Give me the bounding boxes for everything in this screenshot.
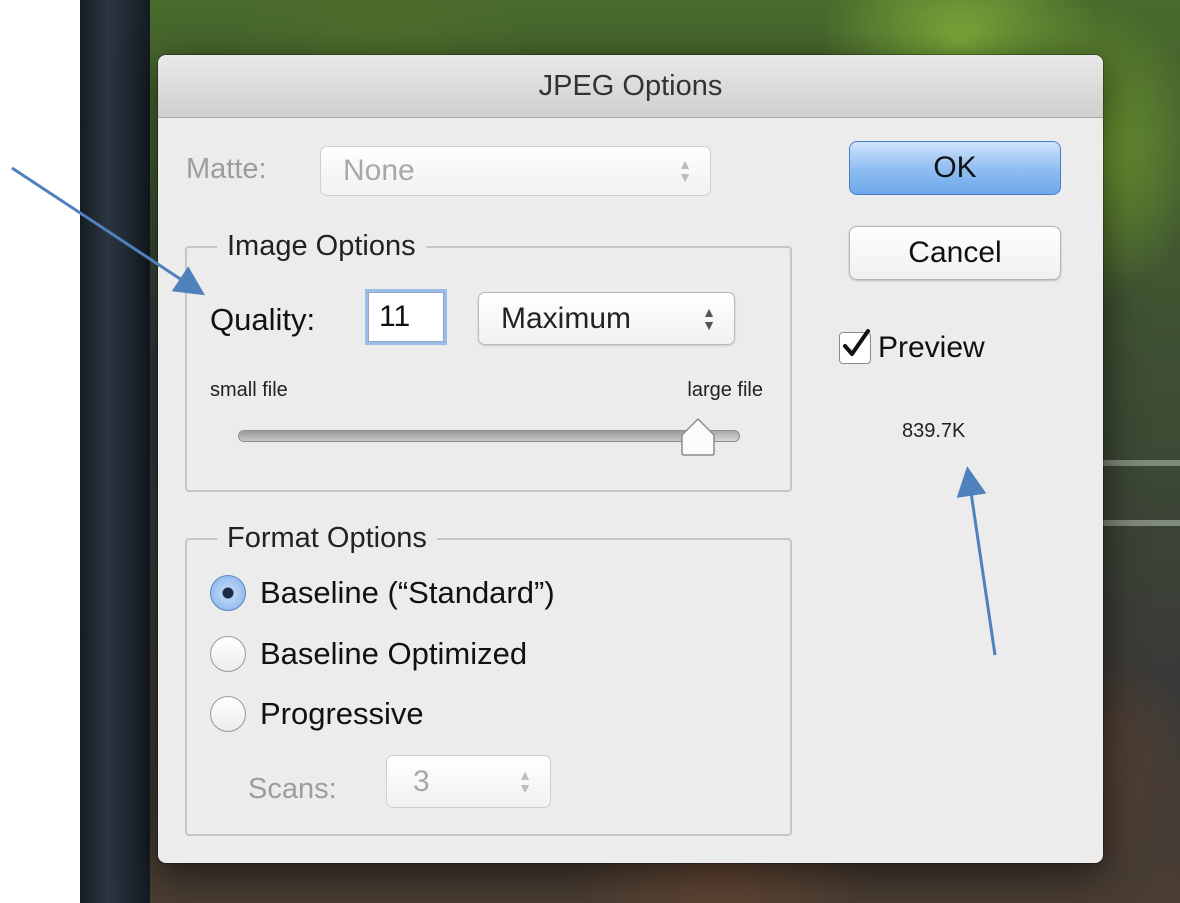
baseline-standard-label: Baseline (“Standard”) — [260, 575, 555, 610]
scans-label: Scans: — [248, 773, 337, 805]
updown-arrows-icon: ▲ ▼ — [702, 303, 716, 333]
slider-thumb-icon[interactable] — [680, 417, 716, 457]
quality-input[interactable] — [368, 292, 444, 342]
progressive-label: Progressive — [260, 696, 424, 731]
preview-checkbox[interactable] — [839, 329, 871, 364]
matte-select: None ▲ ▼ — [320, 146, 711, 196]
small-file-label: small file — [210, 379, 288, 401]
file-size-text: 839.7K — [902, 420, 966, 442]
quality-slider-track[interactable] — [238, 430, 740, 442]
progressive-radio[interactable] — [210, 696, 246, 732]
format-options-legend: Format Options — [227, 522, 427, 554]
quality-slider-fill — [239, 431, 699, 441]
quality-label: Quality: — [210, 302, 316, 337]
matte-select-value: None — [343, 154, 415, 187]
background-pillar — [80, 0, 150, 903]
scans-select-value: 3 — [413, 764, 430, 798]
scans-select: 3 ▲ ▼ — [386, 755, 551, 808]
baseline-optimized-label: Baseline Optimized — [260, 636, 528, 671]
checkmark-icon — [843, 329, 870, 356]
updown-arrows-icon: ▲ ▼ — [678, 156, 692, 185]
cancel-button[interactable]: Cancel — [849, 226, 1061, 280]
jpeg-options-dialog: JPEG Options Matte: None ▲ ▼ Image Option… — [158, 55, 1103, 863]
baseline-standard-radio[interactable] — [210, 575, 246, 611]
matte-label: Matte: — [186, 153, 267, 185]
baseline-optimized-radio[interactable] — [210, 636, 246, 672]
updown-arrows-icon: ▲ ▼ — [518, 766, 532, 796]
quality-preset-select[interactable]: Maximum ▲ ▼ — [478, 292, 735, 345]
preview-label: Preview — [878, 331, 985, 364]
image-options-legend: Image Options — [227, 230, 416, 262]
quality-preset-value: Maximum — [501, 301, 632, 335]
ok-button[interactable]: OK — [849, 141, 1061, 195]
dialog-title: JPEG Options — [158, 55, 1103, 118]
large-file-label: large file — [687, 379, 763, 401]
